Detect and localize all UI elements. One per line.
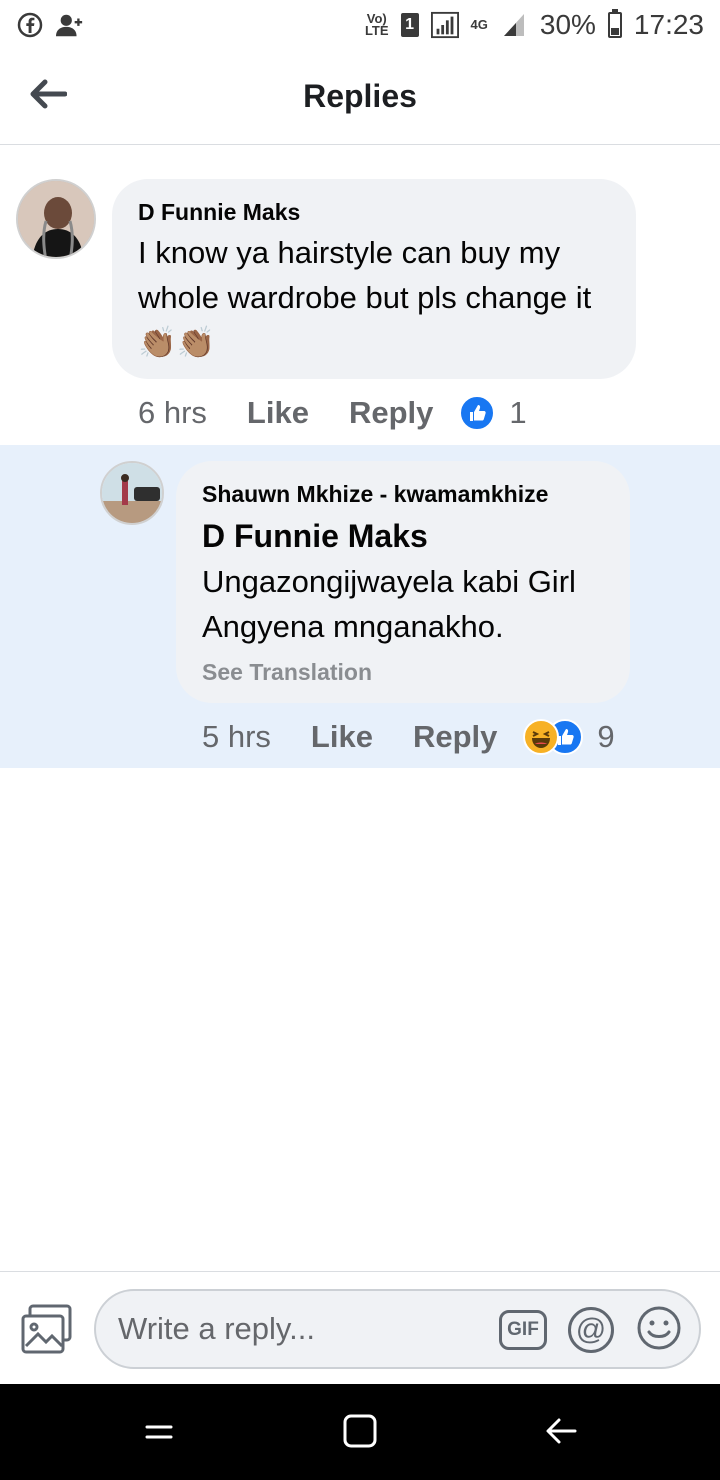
avatar[interactable] [100, 461, 164, 525]
facebook-icon [16, 11, 44, 39]
page-title: Replies [303, 78, 417, 114]
comment: D Funnie Maks I know ya hairstyle can bu… [0, 145, 720, 445]
like-reaction-icon [459, 395, 496, 431]
home-icon [340, 1411, 380, 1456]
comment-time[interactable]: 5 hrs [202, 719, 271, 755]
signal-icon [430, 11, 459, 39]
reply-button[interactable]: Reply [413, 719, 497, 755]
mention-button[interactable]: @ [566, 1305, 616, 1355]
like-button[interactable]: Like [247, 395, 309, 431]
comment-actions: 6 hrs Like Reply 1 [138, 395, 527, 431]
reaction-count: 1 [509, 395, 527, 430]
reply-composer: Write a reply... GIF @ [0, 1271, 720, 1385]
signal-strength-icon [500, 11, 528, 39]
emoji-button[interactable] [634, 1305, 684, 1355]
home-button[interactable] [335, 1408, 385, 1458]
network-type: 4G [470, 17, 488, 32]
comment-author[interactable]: D Funnie Maks [138, 199, 610, 226]
comment-actions: 5 hrs Like Reply 9 [202, 719, 615, 755]
recents-icon [139, 1411, 179, 1456]
back-nav-button[interactable] [536, 1408, 586, 1458]
header-bar: Replies [0, 50, 720, 145]
mention-tag[interactable]: D Funnie Maks [202, 518, 604, 555]
comment-bubble[interactable]: D Funnie Maks I know ya hairstyle can bu… [112, 179, 636, 379]
back-nav-icon [541, 1411, 581, 1456]
comment-text: Ungazongijwayela kabi Girl Angyena mngan… [202, 564, 576, 644]
status-bar: Vo) LTE 1 4G 30% 17:23 [0, 0, 720, 50]
gif-button[interactable]: GIF [498, 1305, 548, 1355]
volte-indicator: Vo) LTE [364, 11, 389, 38]
comment: Shauwn Mkhize - kwamamkhize D Funnie Mak… [0, 445, 720, 768]
comment-author[interactable]: Shauwn Mkhize - kwamamkhize [202, 481, 604, 508]
comment-bubble[interactable]: Shauwn Mkhize - kwamamkhize D Funnie Mak… [176, 461, 630, 703]
see-translation-link[interactable]: See Translation [202, 659, 604, 686]
comment-time[interactable]: 6 hrs [138, 395, 207, 431]
avatar[interactable] [16, 179, 96, 259]
haha-reaction-icon [523, 719, 560, 755]
at-icon: @ [568, 1307, 614, 1353]
reaction-count: 9 [597, 719, 615, 754]
reply-input-placeholder: Write a reply... [118, 1311, 315, 1346]
like-button[interactable]: Like [311, 719, 373, 755]
system-nav-bar [0, 1384, 720, 1480]
reactions[interactable]: 9 [523, 719, 615, 755]
add-friend-icon [56, 11, 84, 39]
smiley-icon [636, 1305, 682, 1356]
clock: 17:23 [633, 9, 704, 40]
photo-button[interactable] [20, 1302, 76, 1358]
reply-button[interactable]: Reply [349, 395, 433, 431]
comment-text: I know ya hairstyle can buy my whole war… [138, 235, 592, 360]
photo-icon [20, 1304, 74, 1360]
gif-icon: GIF [499, 1310, 547, 1350]
sim-indicator: 1 [400, 13, 419, 37]
battery-percent: 30% [539, 9, 596, 40]
battery-icon [607, 9, 622, 38]
reply-input[interactable]: Write a reply... GIF @ [94, 1289, 701, 1369]
recents-button[interactable] [134, 1408, 184, 1458]
reactions[interactable]: 1 [459, 395, 527, 431]
